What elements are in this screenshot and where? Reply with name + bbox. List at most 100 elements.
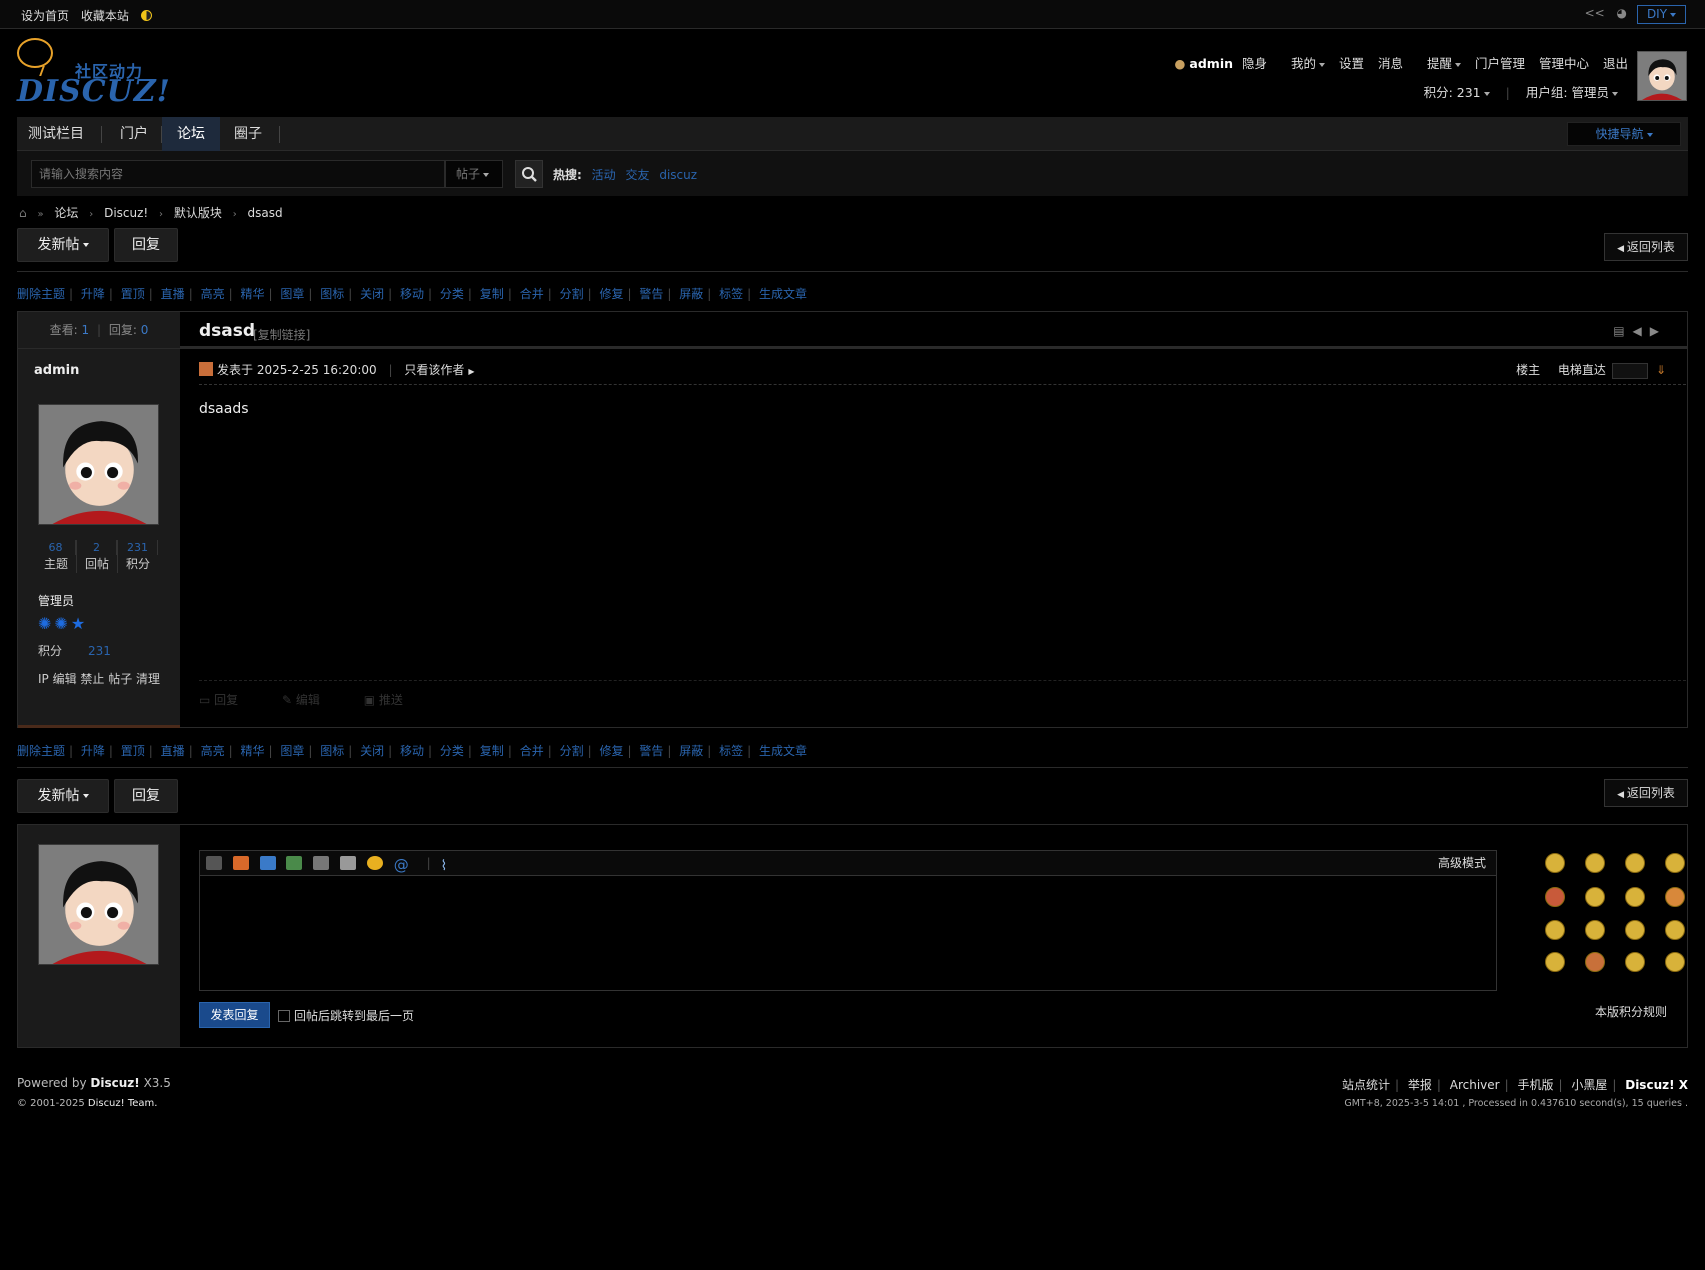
reply-avatar[interactable] — [38, 844, 159, 965]
copy-link[interactable]: [复制链接] — [253, 326, 310, 343]
footer-link[interactable]: 手机版 — [1517, 1078, 1553, 1092]
mod-action[interactable]: 移动 — [400, 287, 424, 301]
mod-action[interactable]: 分割 — [560, 744, 584, 758]
attachment-icon[interactable]: ⌇ — [441, 859, 457, 873]
back-list-button[interactable]: ◀ 返回列表 — [1604, 779, 1688, 807]
smiley-icon[interactable] — [1665, 920, 1685, 940]
smiley-icon[interactable] — [1625, 853, 1645, 873]
reply-button[interactable]: 回复 — [114, 779, 178, 813]
credits-menu[interactable]: 积分: 231 — [1424, 85, 1490, 100]
breadcrumb-item[interactable]: 默认版块 — [174, 206, 222, 220]
mod-action[interactable]: 标签 — [719, 287, 743, 301]
mod-action[interactable]: 高亮 — [201, 287, 225, 301]
smiley-icon[interactable] — [1665, 853, 1685, 873]
mod-action[interactable]: 屏蔽 — [679, 287, 703, 301]
mod-action[interactable]: 关闭 — [360, 744, 384, 758]
settings-link[interactable]: 设置 — [1339, 56, 1364, 71]
mod-action[interactable]: 升降 — [81, 744, 105, 758]
mod-action[interactable]: 高亮 — [201, 744, 225, 758]
mod-action[interactable]: 置顶 — [121, 744, 145, 758]
quick-nav-button[interactable]: 快捷导航 — [1567, 122, 1681, 146]
post-author-avatar[interactable] — [38, 404, 159, 525]
submit-reply-button[interactable]: 发表回复 — [199, 1002, 270, 1028]
new-thread-button[interactable]: 发新帖 — [17, 779, 109, 813]
hot-term[interactable]: 活动 — [592, 168, 616, 182]
remind-menu[interactable]: 提醒 — [1417, 56, 1461, 71]
set-home-link[interactable]: 设为首页 — [21, 9, 69, 23]
mod-action[interactable]: 删除主题 — [17, 744, 65, 758]
mod-action[interactable]: 警告 — [639, 744, 663, 758]
credit-rules-link[interactable]: 本版积分规则 — [1595, 1003, 1667, 1020]
link-icon[interactable] — [286, 856, 303, 870]
bookmark-link[interactable]: 收藏本站 — [81, 9, 129, 23]
post-push-action[interactable]: ▣ 推送 — [364, 693, 423, 707]
only-author-link[interactable]: 只看该作者 — [404, 363, 464, 377]
print-icon[interactable]: ▤ — [1613, 324, 1632, 338]
smiley-icon[interactable] — [366, 856, 383, 870]
mod-action[interactable]: 警告 — [639, 287, 663, 301]
smiley-icon[interactable] — [1665, 887, 1685, 907]
site-logo[interactable]: 社区动力 DISCUZ! — [17, 38, 170, 110]
mod-action[interactable]: 图标 — [320, 744, 344, 758]
breadcrumb-item[interactable]: Discuz! — [104, 206, 148, 220]
portal-admin-link[interactable]: 门户管理 — [1475, 56, 1525, 71]
image-icon[interactable] — [259, 856, 276, 870]
quote-icon[interactable] — [313, 856, 330, 870]
collapse-icon[interactable]: << — [1585, 6, 1605, 20]
invisible-link[interactable]: 隐身 — [1242, 56, 1267, 71]
nav-item-portal[interactable]: 门户 — [107, 117, 161, 151]
next-icon[interactable]: ▶ — [1650, 324, 1667, 338]
mod-action[interactable]: 屏蔽 — [679, 744, 703, 758]
palette-icon[interactable]: ◕ — [1617, 6, 1627, 20]
smiley-icon[interactable] — [1545, 920, 1565, 940]
mod-action[interactable]: 图标 — [320, 287, 344, 301]
hot-term[interactable]: discuz — [659, 168, 697, 182]
mod-action[interactable]: 图章 — [280, 287, 304, 301]
arrow-down-icon[interactable]: ⇓ — [1656, 363, 1666, 377]
color-icon[interactable] — [232, 856, 249, 870]
author-group[interactable]: 管理员 — [38, 592, 74, 609]
logout-link[interactable]: 退出 — [1603, 56, 1628, 71]
mod-action[interactable]: 复制 — [480, 287, 504, 301]
brand-link[interactable]: Discuz! — [90, 1076, 139, 1090]
nav-item-forum[interactable]: 论坛 — [162, 117, 220, 151]
breadcrumb-item[interactable]: 论坛 — [54, 206, 78, 220]
breadcrumb-item[interactable]: dsasd — [248, 206, 283, 220]
code-icon[interactable] — [340, 856, 357, 870]
admin-ops[interactable]: IP 编辑 禁止 帖子 清理 — [38, 670, 160, 687]
smiley-icon[interactable] — [1545, 952, 1565, 972]
mod-action[interactable]: 图章 — [280, 744, 304, 758]
stat-replies[interactable]: 2 回帖 — [77, 540, 118, 573]
mod-action[interactable]: 生成文章 — [759, 744, 807, 758]
prev-icon[interactable]: ◀ — [1633, 324, 1650, 338]
home-icon[interactable]: ⌂ — [19, 206, 27, 220]
jump-last-page-checkbox[interactable]: 回帖后跳转到最后一页 — [278, 1007, 414, 1024]
mod-action[interactable]: 生成文章 — [759, 287, 807, 301]
mod-action[interactable]: 置顶 — [121, 287, 145, 301]
smiley-icon[interactable] — [1585, 920, 1605, 940]
mod-action[interactable]: 分类 — [440, 287, 464, 301]
mod-action[interactable]: 合并 — [520, 744, 544, 758]
post-reply-action[interactable]: ▭ 回复 — [199, 693, 258, 707]
footer-link[interactable]: 站点统计 — [1342, 1078, 1390, 1092]
smiley-icon[interactable] — [1625, 920, 1645, 940]
smiley-icon[interactable] — [1545, 887, 1565, 907]
smiley-icon[interactable] — [1625, 887, 1645, 907]
search-button[interactable] — [515, 160, 543, 188]
mod-action[interactable]: 关闭 — [360, 287, 384, 301]
mod-action[interactable]: 复制 — [480, 744, 504, 758]
reply-button[interactable]: 回复 — [114, 228, 178, 262]
mod-action[interactable]: 修复 — [599, 287, 623, 301]
new-thread-button[interactable]: 发新帖 — [17, 228, 109, 262]
mod-action[interactable]: 精华 — [240, 744, 264, 758]
copyright-brand-link[interactable]: Discuz! Team. — [88, 1098, 158, 1109]
theme-toggle-icon[interactable] — [140, 10, 152, 21]
smiley-icon[interactable] — [1625, 952, 1645, 972]
smiley-icon[interactable] — [1585, 853, 1605, 873]
smiley-icon[interactable] — [1545, 853, 1565, 873]
smiley-icon[interactable] — [1665, 952, 1685, 972]
footer-link[interactable]: 小黑屋 — [1571, 1078, 1607, 1092]
nav-item-group[interactable]: 圈子 — [220, 117, 276, 151]
nav-item-test[interactable]: 测试栏目 — [17, 117, 95, 151]
stat-credits[interactable]: 231 积分 — [118, 540, 158, 573]
